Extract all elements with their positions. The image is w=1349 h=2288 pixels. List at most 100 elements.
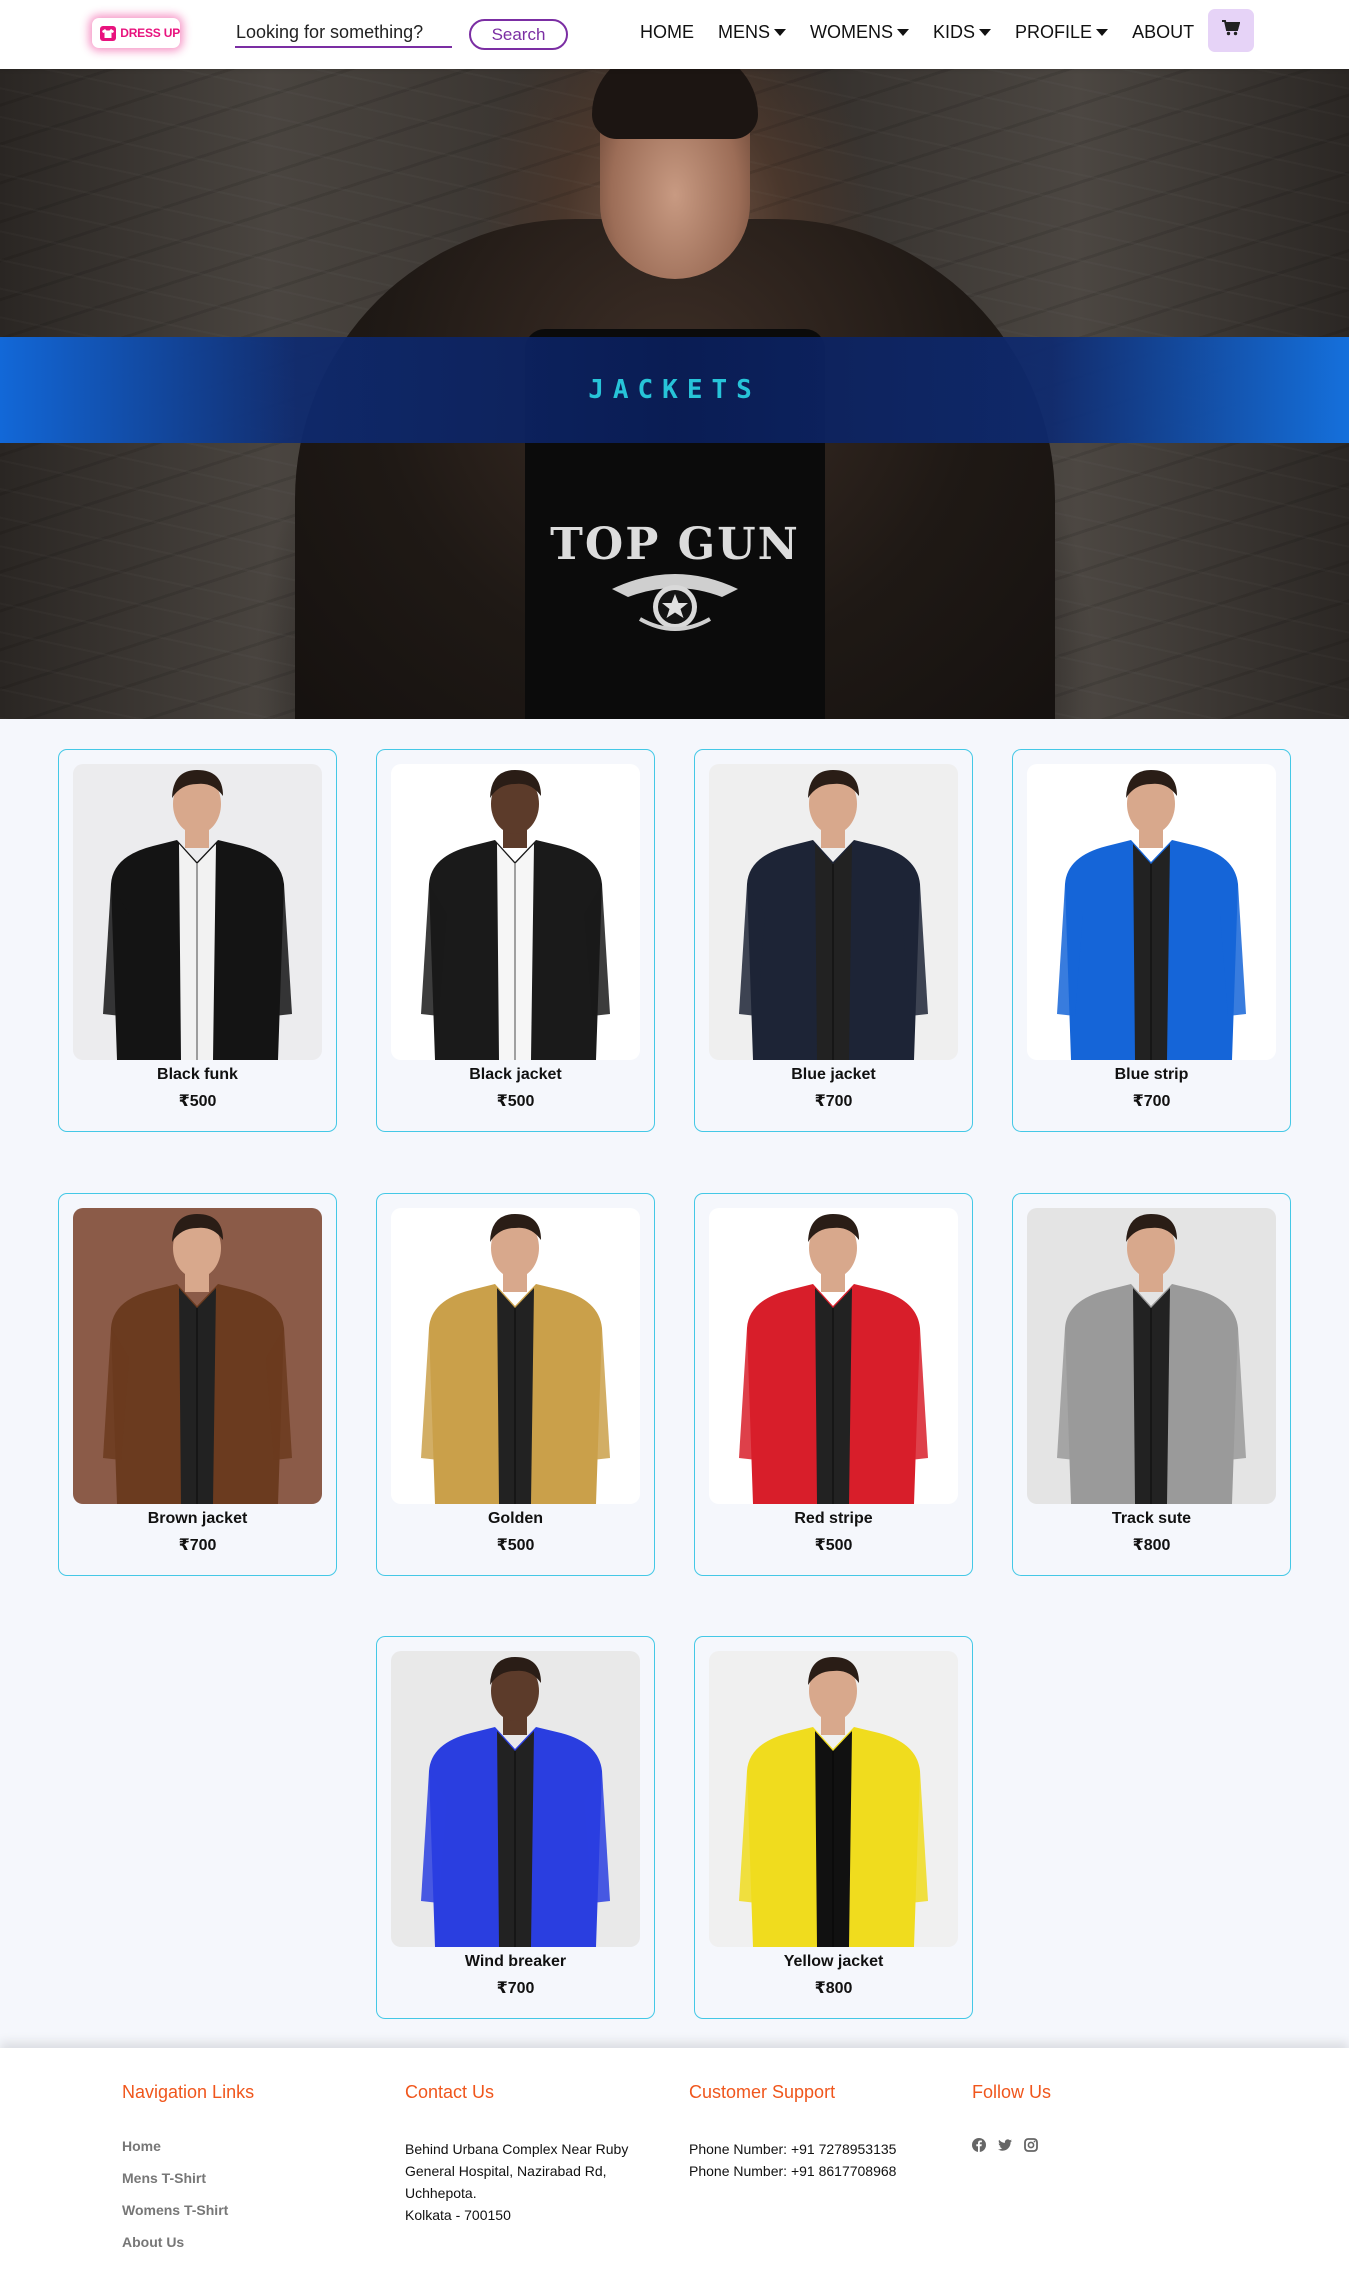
caret-down-icon xyxy=(979,29,992,36)
hero-banner: TOP GUN JACKETS xyxy=(0,69,1349,719)
nav-about[interactable]: ABOUT xyxy=(1132,22,1194,43)
hero-title-band: JACKETS xyxy=(0,337,1349,443)
nav-womens[interactable]: WOMENS xyxy=(810,22,910,43)
caret-down-icon xyxy=(1096,29,1109,36)
product-image[interactable] xyxy=(1027,1208,1276,1504)
jacket-image xyxy=(73,764,322,1060)
product-price: ₹500 xyxy=(814,1537,853,1554)
product-image[interactable] xyxy=(709,1208,958,1504)
footer-link-home[interactable]: Home xyxy=(122,2138,254,2154)
jacket-image xyxy=(1027,764,1276,1060)
jacket-image xyxy=(391,1208,640,1504)
product-name: Blue jacket xyxy=(791,1066,876,1083)
product-name: Wind breaker xyxy=(464,1953,567,1970)
nav-label: HOME xyxy=(640,22,694,42)
product-image[interactable] xyxy=(391,1208,640,1504)
shirt-icon xyxy=(100,25,117,41)
contact-address-line: General Hospital, Nazirabad Rd, xyxy=(405,2163,607,2179)
footer-link-mens-t-shirt[interactable]: Mens T-Shirt xyxy=(122,2170,254,2186)
product-name: Red stripe xyxy=(794,1510,873,1527)
contact-address-line: Uchhepota. xyxy=(405,2185,477,2201)
nav-profile[interactable]: PROFILE xyxy=(1015,22,1109,43)
jacket-image xyxy=(709,764,958,1060)
cart-button[interactable] xyxy=(1208,9,1254,52)
product-card[interactable]: Black funk ₹500 xyxy=(58,749,337,1132)
nav-label: MENS xyxy=(718,22,771,42)
jacket-image xyxy=(709,1208,958,1504)
instagram-icon[interactable] xyxy=(1024,2138,1038,2152)
product-price: ₹500 xyxy=(178,1093,217,1110)
product-card[interactable]: Wind breaker ₹700 xyxy=(376,1636,655,2019)
nav-label: ABOUT xyxy=(1132,22,1195,42)
product-card[interactable]: Red stripe ₹500 xyxy=(694,1193,973,1576)
product-price: ₹800 xyxy=(1132,1537,1171,1554)
footer: Navigation Links Home Mens T-Shirt Womens … xyxy=(0,2048,1349,2288)
product-image[interactable] xyxy=(1027,764,1276,1060)
product-name: Blue strip xyxy=(1114,1066,1189,1083)
product-image[interactable] xyxy=(391,764,640,1060)
product-image[interactable] xyxy=(391,1651,640,1947)
nav-home[interactable]: HOME xyxy=(640,22,694,43)
product-card[interactable]: Blue strip ₹700 xyxy=(1012,749,1291,1132)
twitter-icon[interactable] xyxy=(998,2138,1012,2152)
facebook-icon[interactable] xyxy=(972,2138,986,2152)
footer-navigation: Navigation Links Home Mens T-Shirt Womens … xyxy=(122,2082,254,2266)
nav-label: PROFILE xyxy=(1015,22,1093,42)
product-price: ₹700 xyxy=(1132,1093,1171,1110)
contact-address-line: Kolkata - 700150 xyxy=(405,2207,511,2223)
product-name: Black jacket xyxy=(469,1066,562,1083)
caret-down-icon xyxy=(897,29,910,36)
product-card[interactable]: Yellow jacket ₹800 xyxy=(694,1636,973,2019)
hero-model-hair xyxy=(592,69,758,139)
jacket-image xyxy=(391,764,640,1060)
product-card[interactable]: Black jacket ₹500 xyxy=(376,749,655,1132)
hero-title: JACKETS xyxy=(588,375,761,405)
main-nav: HOME MENS WOMENS KIDS PROFILE ABOUT xyxy=(640,22,1218,43)
footer-nav-heading: Navigation Links xyxy=(122,2082,255,2102)
product-image[interactable] xyxy=(73,1208,322,1504)
footer-support: Customer Support Phone Number: +91 72789… xyxy=(689,2082,896,2182)
shopping-cart-icon xyxy=(1222,20,1241,41)
footer-contact-heading: Contact Us xyxy=(405,2082,495,2102)
product-image[interactable] xyxy=(709,1651,958,1947)
product-name: Brown jacket xyxy=(147,1510,248,1527)
support-phone-line: Phone Number: +91 8617708968 xyxy=(689,2163,897,2179)
product-price: ₹700 xyxy=(496,1980,535,1997)
product-name: Golden xyxy=(487,1510,544,1527)
product-name: Black funk xyxy=(157,1066,238,1083)
footer-follow-heading: Follow Us xyxy=(972,2082,1052,2102)
support-phone-line: Phone Number: +91 7278953135 xyxy=(689,2141,897,2157)
nav-mens[interactable]: MENS xyxy=(718,22,787,43)
contact-address-line: Behind Urbana Complex Near Ruby xyxy=(405,2141,629,2157)
product-card[interactable]: Blue jacket ₹700 xyxy=(694,749,973,1132)
footer-link-womens-t-shirt[interactable]: Womens T-Shirt xyxy=(122,2202,254,2218)
product-card[interactable]: Brown jacket ₹700 xyxy=(58,1193,337,1576)
hero-shirt-print: TOP GUN xyxy=(550,519,800,570)
nav-kids[interactable]: KIDS xyxy=(933,22,992,43)
brand-name: DRESS UP xyxy=(120,26,180,40)
product-name: Yellow jacket xyxy=(783,1953,884,1970)
product-price: ₹800 xyxy=(814,1980,853,1997)
jacket-image xyxy=(73,1208,322,1504)
search-input[interactable] xyxy=(235,18,452,48)
jacket-image xyxy=(709,1651,958,1947)
product-card[interactable]: Track sute ₹800 xyxy=(1012,1193,1291,1576)
jacket-image xyxy=(391,1651,640,1947)
footer-contact: Contact Us Behind Urbana Complex Near Ru… xyxy=(405,2082,628,2226)
footer-follow: Follow Us xyxy=(972,2082,1051,2152)
star-emblem-icon xyxy=(612,574,738,631)
product-price: ₹700 xyxy=(814,1093,853,1110)
caret-down-icon xyxy=(774,29,787,36)
product-name: Track sute xyxy=(1111,1510,1192,1527)
product-image[interactable] xyxy=(709,764,958,1060)
product-image[interactable] xyxy=(73,764,322,1060)
footer-link-about-us[interactable]: About Us xyxy=(122,2234,254,2250)
product-card[interactable]: Golden ₹500 xyxy=(376,1193,655,1576)
product-price: ₹500 xyxy=(496,1537,535,1554)
footer-support-heading: Customer Support xyxy=(689,2082,836,2102)
jacket-image xyxy=(1027,1208,1276,1504)
brand-logo[interactable]: DRESS UP xyxy=(92,18,180,48)
search-button[interactable]: Search xyxy=(469,19,568,50)
nav-label: WOMENS xyxy=(810,22,894,42)
product-price: ₹500 xyxy=(496,1093,535,1110)
